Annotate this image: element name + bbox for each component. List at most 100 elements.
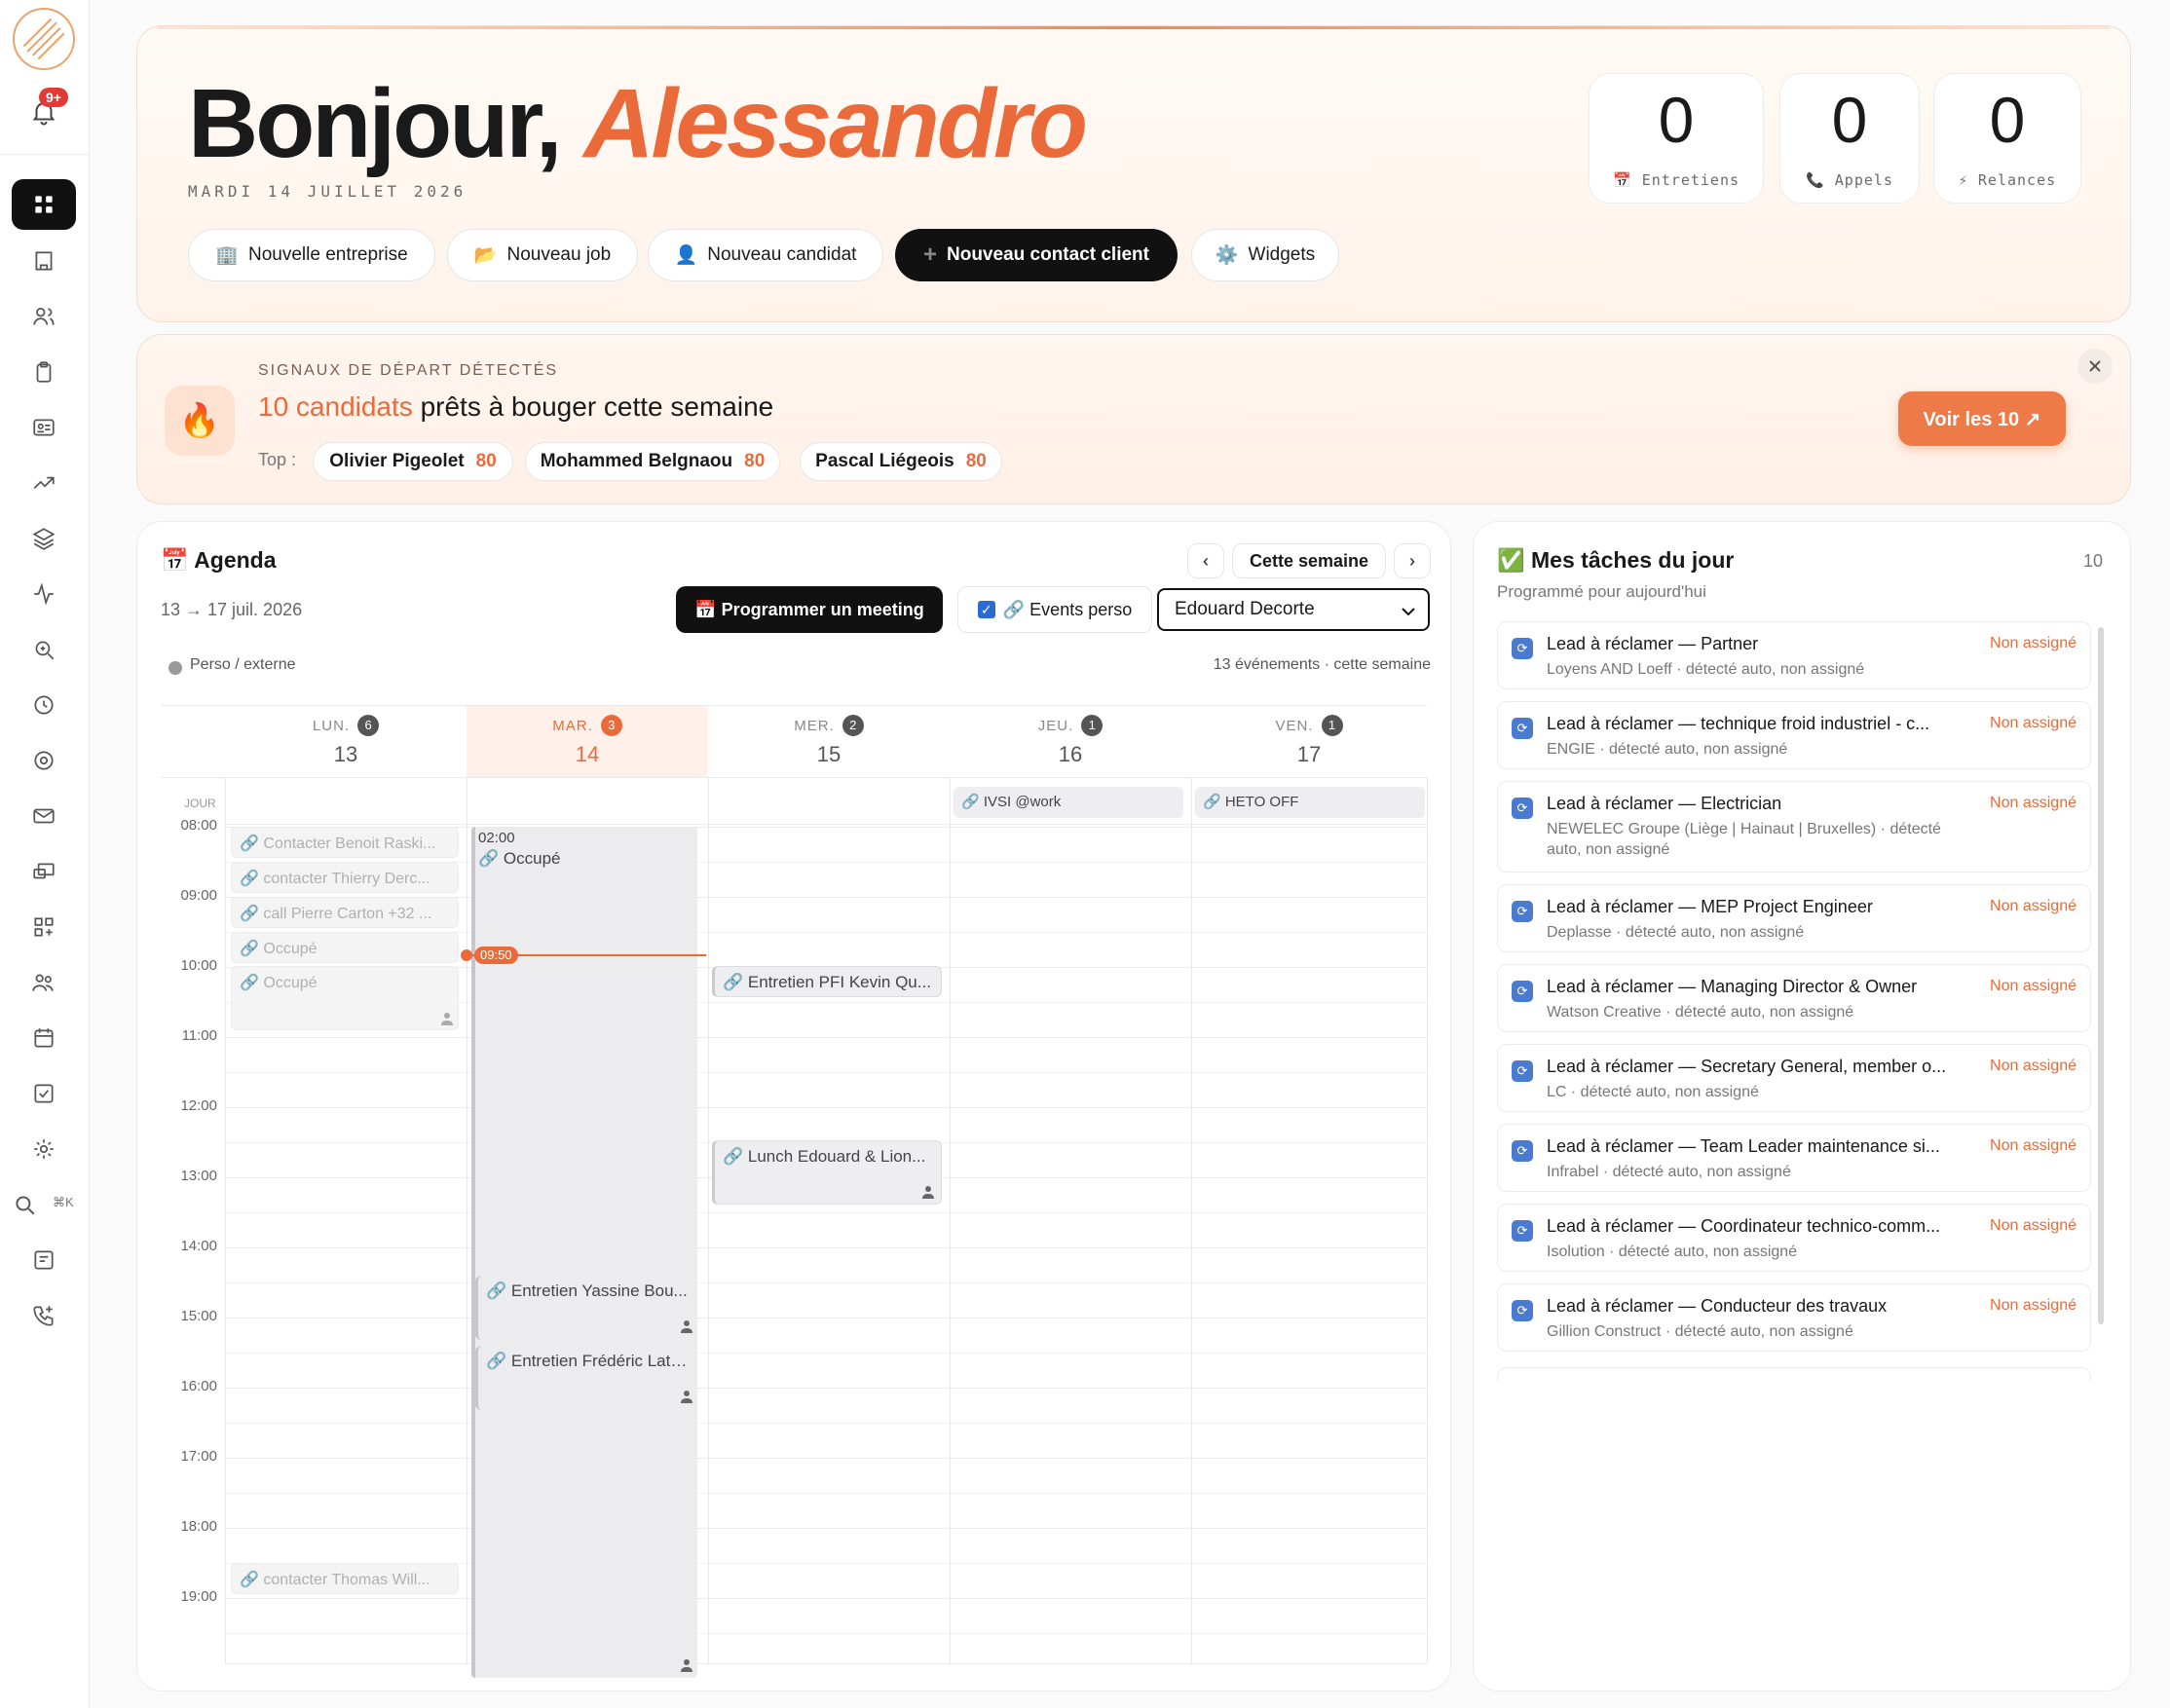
- new-candidate-button[interactable]: 👤 Nouveau candidat: [648, 229, 883, 281]
- clipboard-icon: [36, 361, 52, 383]
- task-item[interactable]: ⟳ Lead à réclamer — Electrician NEWELEC Gr…: [1497, 781, 2091, 873]
- checkbox-checked-icon[interactable]: ✓: [977, 601, 995, 618]
- grid-column-line: [467, 777, 468, 1663]
- sidebar-item-global-search[interactable]: [0, 1179, 49, 1230]
- calendar-event[interactable]: 🔗 Entretien Yassine Bou...: [475, 1276, 695, 1340]
- task-item[interactable]: ⟳ Lead à réclamer — technique froid indus…: [1497, 701, 2091, 769]
- task-status[interactable]: Non assigné: [1990, 635, 2076, 652]
- top-candidate-chip[interactable]: Pascal Liégeois 80: [800, 442, 1002, 481]
- sidebar-item-settings[interactable]: [12, 1124, 76, 1174]
- top-candidate-chip[interactable]: Olivier Pigeolet 80: [313, 442, 513, 481]
- day-header[interactable]: VEN. 1 17: [1191, 705, 1427, 777]
- task-item[interactable]: ⟳ Lead à réclamer — Team Leader maintenan…: [1497, 1124, 2091, 1192]
- new-job-button[interactable]: 📂 Nouveau job: [447, 229, 638, 281]
- sidebar-item-jobs[interactable]: [12, 347, 76, 397]
- new-client-contact-button[interactable]: + Nouveau contact client: [895, 229, 1178, 281]
- schedule-meeting-button[interactable]: 📅 Programmer un meeting: [676, 586, 943, 633]
- personal-events-toggle[interactable]: ✓ 🔗 Events perso: [957, 586, 1152, 633]
- task-subtitle: Watson Creative · détecté auto, non assi…: [1547, 1004, 1854, 1021]
- users-icon: [33, 308, 55, 325]
- toggle-label: 🔗 Events perso: [1002, 599, 1133, 619]
- sidebar-item-notes[interactable]: [12, 1235, 76, 1285]
- stat-entretiens[interactable]: 0 📅 Entretiens: [1589, 73, 1764, 204]
- calendar-event[interactable]: 🔗 Entretien Frédéric Lati...: [475, 1346, 695, 1410]
- person-icon: [441, 1013, 453, 1025]
- task-subtitle: Deplasse · détecté auto, non assigné: [1547, 924, 1805, 941]
- folder-icon: 📂: [473, 245, 498, 266]
- sidebar-item-targets[interactable]: [12, 735, 76, 786]
- logo-icon[interactable]: [13, 8, 75, 70]
- list-item[interactable]: [1497, 1367, 2091, 1381]
- task-item[interactable]: ⟳ Lead à réclamer — Conducteur des travau…: [1497, 1283, 2091, 1352]
- busy-event-label[interactable]: 🔗 Occupé: [478, 847, 692, 873]
- calendar-event[interactable]: 🔗 Occupé: [231, 966, 459, 1030]
- sidebar-item-integrations[interactable]: [12, 902, 76, 952]
- task-status[interactable]: Non assigné: [1990, 1217, 2076, 1235]
- day-header[interactable]: LUN. 6 13: [225, 705, 467, 777]
- sidebar-item-activity[interactable]: [12, 569, 76, 619]
- sidebar-item-mail[interactable]: [12, 791, 76, 841]
- candidate-name: Olivier Pigeolet: [329, 451, 465, 471]
- grid-line: [225, 1423, 1427, 1424]
- task-item[interactable]: ⟳ Lead à réclamer — Secretary General, me…: [1497, 1044, 2091, 1112]
- sidebar-item-calendar[interactable]: [12, 1013, 76, 1063]
- new-company-button[interactable]: 🏢 Nouvelle entreprise: [188, 229, 435, 281]
- next-week-button[interactable]: ›: [1394, 543, 1431, 578]
- sidebar-item-team[interactable]: [12, 957, 76, 1008]
- tasks-count: 10: [2083, 551, 2104, 571]
- sidebar-divider: [0, 154, 90, 155]
- task-item[interactable]: ⟳ Lead à réclamer — Managing Director & O…: [1497, 964, 2091, 1032]
- calendar-event[interactable]: 🔗 Entretien PFI Kevin Qu...: [712, 966, 942, 997]
- day-date: 17: [1296, 742, 1322, 766]
- task-status[interactable]: Non assigné: [1990, 715, 2076, 732]
- sidebar-item-candidates[interactable]: [12, 291, 76, 342]
- allday-event[interactable]: 🔗 HETO OFF: [1195, 787, 1425, 818]
- widgets-button[interactable]: ⚙️ Widgets: [1191, 229, 1339, 281]
- calendar-event[interactable]: 🔗 contacter Thierry Derc...: [231, 862, 459, 893]
- prev-week-button[interactable]: ‹: [1187, 543, 1224, 578]
- phone-plus-icon: [33, 1306, 54, 1326]
- task-status[interactable]: Non assigné: [1990, 898, 2076, 915]
- task-status[interactable]: Non assigné: [1990, 978, 2076, 995]
- sidebar-item-history[interactable]: [12, 680, 76, 730]
- departure-signals-banner: 🔥 SIGNAUX DE DÉPART DÉTECTÉS 10 candidat…: [136, 334, 2131, 504]
- sidebar-item-pipelines[interactable]: [12, 513, 76, 564]
- task-item[interactable]: ⟳ Lead à réclamer — MEP Project Engineer D…: [1497, 884, 2091, 952]
- top-candidate-chip[interactable]: Mohammed Belgnaou 80: [525, 442, 780, 481]
- sidebar-item-companies[interactable]: [12, 236, 76, 286]
- owner-select[interactable]: Edouard Decorte: [1157, 588, 1430, 631]
- calendar-event[interactable]: 🔗 Lunch Edouard & Lion...: [712, 1140, 942, 1205]
- day-header[interactable]: MAR. 3 14: [467, 705, 708, 777]
- sidebar-item-search[interactable]: [12, 624, 76, 675]
- task-item[interactable]: ⟳ Lead à réclamer — Coordinateur technico…: [1497, 1204, 2091, 1272]
- calendar-event[interactable]: 🔗 call Pierre Carton +32 ...: [231, 897, 459, 928]
- sidebar-item-devices[interactable]: [12, 846, 76, 897]
- task-status[interactable]: Non assigné: [1990, 1137, 2076, 1155]
- stat-relances[interactable]: 0 ⚡ Relances: [1933, 73, 2081, 204]
- task-item[interactable]: ⟳ Lead à réclamer — Partner Loyens AND Loe…: [1497, 621, 2091, 689]
- sidebar-item-tasks[interactable]: [12, 1068, 76, 1119]
- grid-line: [161, 777, 1427, 778]
- allday-event[interactable]: 🔗 IVSI @work: [954, 787, 1183, 818]
- this-week-button[interactable]: Cette semaine: [1232, 543, 1386, 578]
- day-header[interactable]: MER. 2 15: [708, 705, 950, 777]
- sidebar-item-analytics[interactable]: [12, 458, 76, 508]
- sidebar-item-calls[interactable]: [12, 1290, 76, 1341]
- calendar-event[interactable]: 🔗 Occupé: [231, 932, 459, 963]
- grid-icon: [35, 196, 53, 213]
- sidebar-item-dashboard[interactable]: [12, 179, 76, 230]
- task-status[interactable]: Non assigné: [1990, 795, 2076, 812]
- calendar-event[interactable]: 🔗 contacter Thomas Will...: [231, 1563, 459, 1594]
- day-header[interactable]: JEU. 1 16: [950, 705, 1191, 777]
- grid-line: [225, 1072, 1427, 1073]
- sidebar-item-contacts[interactable]: [12, 402, 76, 453]
- close-banner-button[interactable]: [2077, 349, 2113, 384]
- task-status[interactable]: Non assigné: [1990, 1297, 2076, 1315]
- refresh-icon: ⟳: [1512, 981, 1533, 1002]
- task-status[interactable]: Non assigné: [1990, 1058, 2076, 1075]
- view-all-candidates-button[interactable]: Voir les 10 ↗: [1898, 391, 2066, 446]
- calendar-event[interactable]: 🔗 Contacter Benoit Raski...: [231, 827, 459, 858]
- tasks-scrollbar[interactable]: [2098, 627, 2104, 1324]
- stat-appels[interactable]: 0 📞 Appels: [1779, 73, 1920, 204]
- hero-card: Bonjour, Alessandro MARDI 14 JUILLET 202…: [136, 25, 2131, 322]
